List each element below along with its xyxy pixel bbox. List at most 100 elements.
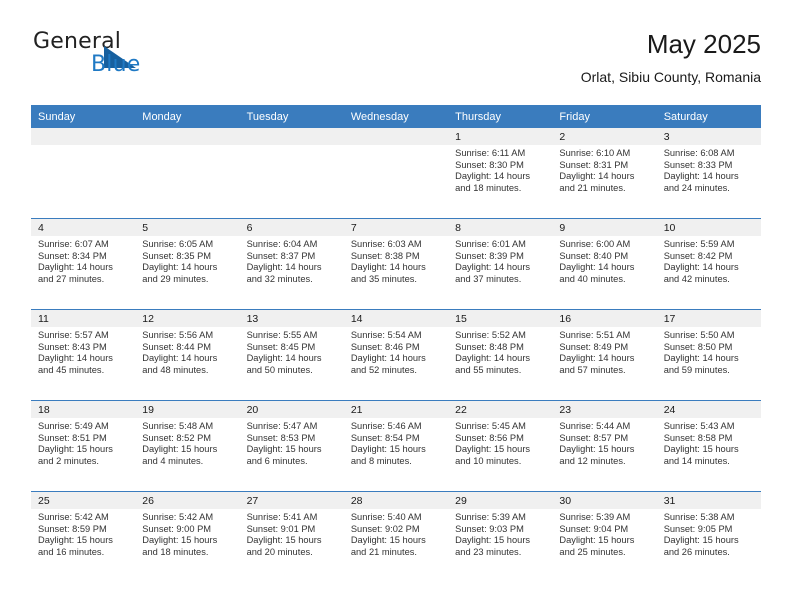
sunset-text: Sunset: 8:58 PM [663,432,733,443]
calendar-week-row: 1 Sunrise: 6:11 AM Sunset: 8:30 PM Daylight… [31,128,761,219]
weekday-header-monday: Monday [135,105,240,128]
day-19: 19 Sunrise: 5:48 AM Sunset: 8:52 PM Dayligh… [135,401,240,491]
day-details: Sunrise: 5:38 AM Sunset: 9:05 PM Daylight:… [657,509,761,558]
day-number: 8 [448,219,553,236]
daylight-text-line2: and 23 minutes. [455,546,522,557]
day-number: 4 [31,219,136,236]
calendar-day-cell[interactable]: 13 Sunrise: 5:55 AM Sunset: 8:45 PM Dayligh… [239,309,344,401]
calendar-day-cell[interactable]: 12 Sunrise: 5:56 AM Sunset: 8:44 PM Dayligh… [135,309,240,401]
day-number: 10 [656,219,761,236]
calendar-day-cell[interactable]: 3 Sunrise: 6:08 AM Sunset: 8:33 PM Daylight… [656,128,761,219]
calendar-day-cell[interactable]: 26 Sunrise: 5:42 AM Sunset: 9:00 PM Dayligh… [135,491,240,582]
daylight-text-line1: Daylight: 15 hours [142,444,218,455]
daylight-text-line2: and 14 minutes. [663,455,730,466]
day-number: 26 [135,492,240,509]
day-details: Sunrise: 5:42 AM Sunset: 8:59 PM Daylight:… [31,509,135,558]
weekday-header-sunday: Sunday [31,105,136,128]
daylight-text-line2: and 29 minutes. [142,273,209,284]
daylight-text-line1: Daylight: 14 hours [559,262,635,273]
sunrise-text: Sunrise: 5:46 AM [350,421,422,431]
day-details: Sunrise: 5:41 AM Sunset: 9:01 PM Daylight:… [240,509,344,558]
day-number: 18 [31,401,136,418]
calendar-day-cell[interactable]: 11 Sunrise: 5:57 AM Sunset: 8:43 PM Dayligh… [31,309,136,401]
day-16: 16 Sunrise: 5:51 AM Sunset: 8:49 PM Dayligh… [552,310,657,400]
calendar-day-cell[interactable]: 22 Sunrise: 5:45 AM Sunset: 8:56 PM Dayligh… [448,400,553,492]
weekday-header-thursday: Thursday [448,105,553,128]
calendar-day-cell[interactable]: 29 Sunrise: 5:39 AM Sunset: 9:03 PM Dayligh… [448,491,553,582]
sunset-text: Sunset: 8:31 PM [559,159,629,170]
day-30: 30 Sunrise: 5:39 AM Sunset: 9:04 PM Dayligh… [552,492,657,582]
calendar-day-cell[interactable]: 28 Sunrise: 5:40 AM Sunset: 9:02 PM Dayligh… [343,491,449,582]
daylight-text-line1: Daylight: 15 hours [38,444,113,455]
day-details: Sunrise: 5:47 AM Sunset: 8:53 PM Daylight:… [240,418,344,467]
calendar-day-cell[interactable]: 9 Sunrise: 6:00 AM Sunset: 8:40 PM Daylight… [552,218,657,310]
sunset-text: Sunset: 9:02 PM [350,523,420,534]
day-17: 17 Sunrise: 5:50 AM Sunset: 8:50 PM Dayligh… [656,310,761,400]
daylight-text-line2: and 27 minutes. [38,273,105,284]
sunset-text: Sunset: 9:01 PM [246,523,316,534]
daylight-text-line2: and 2 minutes. [38,455,99,466]
day-26: 26 Sunrise: 5:42 AM Sunset: 9:00 PM Dayligh… [135,492,240,582]
sunset-text: Sunset: 8:49 PM [559,341,629,352]
calendar-day-cell[interactable]: 17 Sunrise: 5:50 AM Sunset: 8:50 PM Dayligh… [656,309,761,401]
calendar-day-cell[interactable]: 27 Sunrise: 5:41 AM Sunset: 9:01 PM Dayligh… [239,491,344,582]
day-details: Sunrise: 5:56 AM Sunset: 8:44 PM Daylight:… [135,327,239,376]
sunrise-text: Sunrise: 6:10 AM [559,148,631,158]
page-header: General Blue May 2025 Orlat, Sibiu Count… [31,28,761,98]
day-number: 19 [135,401,240,418]
calendar-day-cell[interactable] [239,128,344,219]
calendar-day-cell[interactable]: 30 Sunrise: 5:39 AM Sunset: 9:04 PM Dayligh… [552,491,657,582]
calendar-day-cell[interactable]: 24 Sunrise: 5:43 AM Sunset: 8:58 PM Dayligh… [656,400,761,492]
calendar-day-cell[interactable]: 31 Sunrise: 5:38 AM Sunset: 9:05 PM Dayligh… [656,491,761,582]
day-number: 2 [552,128,657,145]
calendar-day-cell[interactable]: 10 Sunrise: 5:59 AM Sunset: 8:42 PM Dayligh… [656,218,761,310]
calendar-day-cell[interactable]: 21 Sunrise: 5:46 AM Sunset: 8:54 PM Dayligh… [343,400,449,492]
sunset-text: Sunset: 8:37 PM [246,250,316,261]
daylight-text-line2: and 10 minutes. [455,455,522,466]
weekday-header-tuesday: Tuesday [239,105,344,128]
calendar-week-row: 11 Sunrise: 5:57 AM Sunset: 8:43 PM Dayligh… [31,309,761,401]
day-details: Sunrise: 5:51 AM Sunset: 8:49 PM Daylight:… [552,327,656,376]
calendar-day-cell[interactable]: 25 Sunrise: 5:42 AM Sunset: 8:59 PM Dayligh… [31,491,136,582]
calendar-day-cell[interactable]: 15 Sunrise: 5:52 AM Sunset: 8:48 PM Dayligh… [448,309,553,401]
calendar-day-cell[interactable]: 6 Sunrise: 6:04 AM Sunset: 8:37 PM Daylight… [239,218,344,310]
day-details: Sunrise: 6:05 AM Sunset: 8:35 PM Daylight:… [135,236,239,285]
calendar-day-cell[interactable]: 20 Sunrise: 5:47 AM Sunset: 8:53 PM Dayligh… [239,400,344,492]
daylight-text-line1: Daylight: 14 hours [38,262,113,273]
day-14: 14 Sunrise: 5:54 AM Sunset: 8:46 PM Dayligh… [343,310,449,400]
daylight-text-line2: and 21 minutes. [350,546,417,557]
day-number: 12 [135,310,240,327]
daylight-text-line2: and 20 minutes. [246,546,313,557]
brand-logo[interactable]: General Blue [31,28,251,88]
sunset-text: Sunset: 8:43 PM [38,341,107,352]
calendar-day-cell[interactable]: 7 Sunrise: 6:03 AM Sunset: 8:38 PM Daylight… [343,218,449,310]
calendar-day-cell[interactable]: 8 Sunrise: 6:01 AM Sunset: 8:39 PM Daylight… [448,218,553,310]
calendar-day-cell[interactable]: 2 Sunrise: 6:10 AM Sunset: 8:31 PM Daylight… [552,128,657,219]
sunset-text: Sunset: 8:42 PM [663,250,733,261]
calendar-day-cell[interactable]: 4 Sunrise: 6:07 AM Sunset: 8:34 PM Daylight… [31,218,136,310]
calendar-day-cell[interactable]: 16 Sunrise: 5:51 AM Sunset: 8:49 PM Dayligh… [552,309,657,401]
daylight-text-line2: and 4 minutes. [142,455,204,466]
sunset-text: Sunset: 8:45 PM [246,341,316,352]
calendar-day-cell[interactable]: 19 Sunrise: 5:48 AM Sunset: 8:52 PM Dayligh… [135,400,240,492]
calendar-day-cell[interactable]: 18 Sunrise: 5:49 AM Sunset: 8:51 PM Dayligh… [31,400,136,492]
day-details: Sunrise: 5:45 AM Sunset: 8:56 PM Daylight:… [448,418,552,467]
daylight-text-line2: and 6 minutes. [246,455,308,466]
daylight-text-line1: Daylight: 14 hours [350,262,426,273]
daylight-text-line2: and 48 minutes. [142,364,209,375]
daylight-text-line1: Daylight: 14 hours [38,353,113,364]
sunset-text: Sunset: 8:50 PM [663,341,733,352]
calendar-day-cell[interactable] [31,128,136,219]
calendar-day-cell[interactable]: 5 Sunrise: 6:05 AM Sunset: 8:35 PM Daylight… [135,218,240,310]
weekday-header-wednesday: Wednesday [343,105,449,128]
calendar-day-cell[interactable] [343,128,449,219]
calendar-day-cell[interactable] [135,128,240,219]
daylight-text-line2: and 26 minutes. [663,546,730,557]
calendar-day-cell[interactable]: 14 Sunrise: 5:54 AM Sunset: 8:46 PM Dayligh… [343,309,449,401]
day-number: 24 [656,401,761,418]
calendar-day-cell[interactable]: 1 Sunrise: 6:11 AM Sunset: 8:30 PM Daylight… [448,128,553,219]
daylight-text-line1: Daylight: 15 hours [663,535,739,546]
daylight-text-line1: Daylight: 15 hours [246,535,322,546]
calendar-day-cell[interactable]: 23 Sunrise: 5:44 AM Sunset: 8:57 PM Dayligh… [552,400,657,492]
daylight-text-line2: and 32 minutes. [246,273,313,284]
